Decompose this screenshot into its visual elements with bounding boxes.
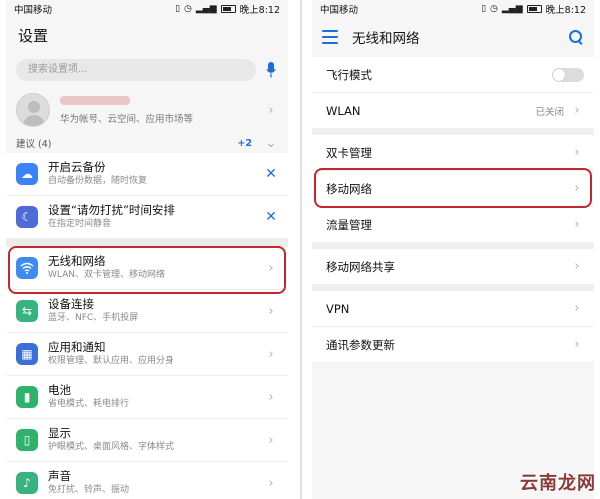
display-icon: ▯ [16,429,38,451]
settings-group-4: VPN › 通讯参数更新 › [312,291,594,363]
clock-label: 晚上8:12 [545,4,586,16]
vibrate-icon: ▯ [481,3,487,14]
settings-item-battery[interactable]: ▮ 电池 省电模式、耗电排行 › [6,376,288,419]
moon-icon: ☾ [16,206,38,228]
app-header: 无线和网络 [312,17,594,57]
item-title: 显示 [48,426,71,440]
row-label: VPN [326,301,350,316]
menu-icon[interactable] [322,30,338,44]
settings-item-apps-notifications[interactable]: ▦ 应用和通知 权限管理、默认应用、应用分身 › [6,333,288,376]
search-input[interactable]: 搜索设置项... [16,59,256,81]
chevron-right-icon: › [574,301,580,316]
status-bar: 中国移动 ▯ ◷ ▂▄▆ 晚上8:12 [312,0,594,17]
battery-icon: ▮ [16,386,38,408]
highlight-mobile-network [314,168,592,208]
item-title: 声音 [48,469,71,483]
row-label: WLAN [326,103,361,118]
suggestions-count[interactable]: +2 [237,138,252,149]
battery-status-icon [220,4,236,13]
watermark: 云南龙网 [520,473,596,494]
item-title: 设置“请勿打扰”时间安排 [48,203,175,217]
settings-item-sound[interactable]: ♪ 声音 免打扰、铃声、振动 › [6,462,288,499]
settings-screen: 中国移动 ▯ ◷ ▂▄▆ 晚上8:12 设置 搜索设置项... 华为帐号、云空间… [6,0,288,499]
item-subtitle: 护眼模式、桌面风格、字体样式 [48,442,175,452]
suggestion-cloud-backup[interactable]: ☁ 开启云备份 自动备份数据，随时恢复 ✕ [6,153,288,196]
wlan-status: 已关闭 [535,106,564,118]
item-subtitle: 蓝牙、NFC、手机投屏 [48,313,139,323]
chevron-right-icon: › [574,103,580,118]
airplane-mode-toggle[interactable] [552,67,584,82]
signal-icon: ▂▄▆ [195,3,217,14]
chevron-right-icon: › [268,432,274,448]
alarm-icon: ◷ [184,3,192,14]
carrier-label: 中国移动 [14,4,53,16]
item-subtitle: 自动备份数据，随时恢复 [48,176,148,186]
chevron-right-icon: › [268,389,274,405]
alarm-icon: ◷ [490,3,498,14]
chevron-right-icon: › [268,346,274,362]
item-subtitle: 免打扰、铃声、振动 [48,485,130,495]
tethering-row[interactable]: 移动网络共享 › [312,249,594,285]
chevron-right-icon: › [268,303,274,319]
carrier-label: 中国移动 [320,4,359,16]
chevron-right-icon: › [574,337,580,352]
row-label: 双卡管理 [326,145,372,160]
clock-label: 晚上8:12 [239,4,280,16]
chevron-down-icon[interactable]: ⌄ [264,136,278,151]
item-title: 电池 [48,383,71,397]
settings-item-display[interactable]: ▯ 显示 护眼模式、桌面风格、字体样式 › [6,419,288,462]
suggestions-header: 建议 (4) +2 ⌄ [6,133,288,153]
chevron-right-icon: › [574,217,580,232]
settings-item-device-connection[interactable]: ⇆ 设备连接 蓝牙、NFC、手机投屏 › [6,290,288,333]
search-icon[interactable] [568,29,584,45]
close-icon[interactable]: ✕ [264,209,278,225]
page-title: 设置 [18,27,49,45]
item-title: 设备连接 [48,297,94,311]
item-subtitle: 权限管理、默认应用、应用分身 [48,356,175,366]
close-icon[interactable]: ✕ [264,166,278,182]
wireless-networks-screen: 中国移动 ▯ ◷ ▂▄▆ 晚上8:12 无线和网络 飞行模式 WLAN 已关闭 … [312,0,594,499]
item-subtitle: 在指定时间静音 [48,219,112,229]
battery-status-icon [526,4,542,13]
chevron-right-icon: › [574,259,580,274]
account-row[interactable]: 华为帐号、云空间、应用市场等 › [6,87,288,133]
suggestion-do-not-disturb[interactable]: ☾ 设置“请勿打扰”时间安排 在指定时间静音 ✕ [6,196,288,239]
status-bar: 中国移动 ▯ ◷ ▂▄▆ 晚上8:12 [6,0,288,17]
item-title: 开启云备份 [48,160,106,174]
page-title: 无线和网络 [352,31,420,47]
airplane-mode-row[interactable]: 飞行模式 [312,57,594,93]
row-label: 飞行模式 [326,67,372,82]
panel-separator [300,0,302,499]
account-subtitle: 华为帐号、云空间、应用市场等 [60,113,194,125]
mic-icon[interactable] [264,59,278,81]
item-subtitle: 省电模式、耗电排行 [48,399,130,409]
suggestions-label: 建议 (4) [16,139,52,150]
cloud-backup-icon: ☁ [16,163,38,185]
apps-icon: ▦ [16,343,38,365]
signal-icon: ▂▄▆ [501,3,523,14]
wlan-row[interactable]: WLAN 已关闭 › [312,93,594,129]
suggestions-list: ☁ 开启云备份 自动备份数据，随时恢复 ✕ ☾ 设置“请勿打扰”时间安排 在指定… [6,153,288,239]
device-connection-icon: ⇆ [16,300,38,322]
vpn-row[interactable]: VPN › [312,291,594,327]
vibrate-icon: ▯ [175,3,181,14]
data-usage-row[interactable]: 流量管理 › [312,207,594,243]
settings-group-3: 移动网络共享 › [312,249,594,285]
row-label: 移动网络共享 [326,259,395,274]
dual-sim-row[interactable]: 双卡管理 › [312,135,594,171]
carrier-params-update-row[interactable]: 通讯参数更新 › [312,327,594,363]
item-title: 应用和通知 [48,340,106,354]
chevron-right-icon: › [268,102,274,118]
account-name-blurred [60,95,130,105]
avatar [16,93,50,127]
row-label: 通讯参数更新 [326,337,395,352]
row-label: 流量管理 [326,217,372,232]
sound-icon: ♪ [16,472,38,494]
chevron-right-icon: › [268,475,274,491]
settings-group-1: 飞行模式 WLAN 已关闭 › [312,57,594,129]
chevron-right-icon: › [574,145,580,160]
highlight-wireless-networks [8,246,286,294]
